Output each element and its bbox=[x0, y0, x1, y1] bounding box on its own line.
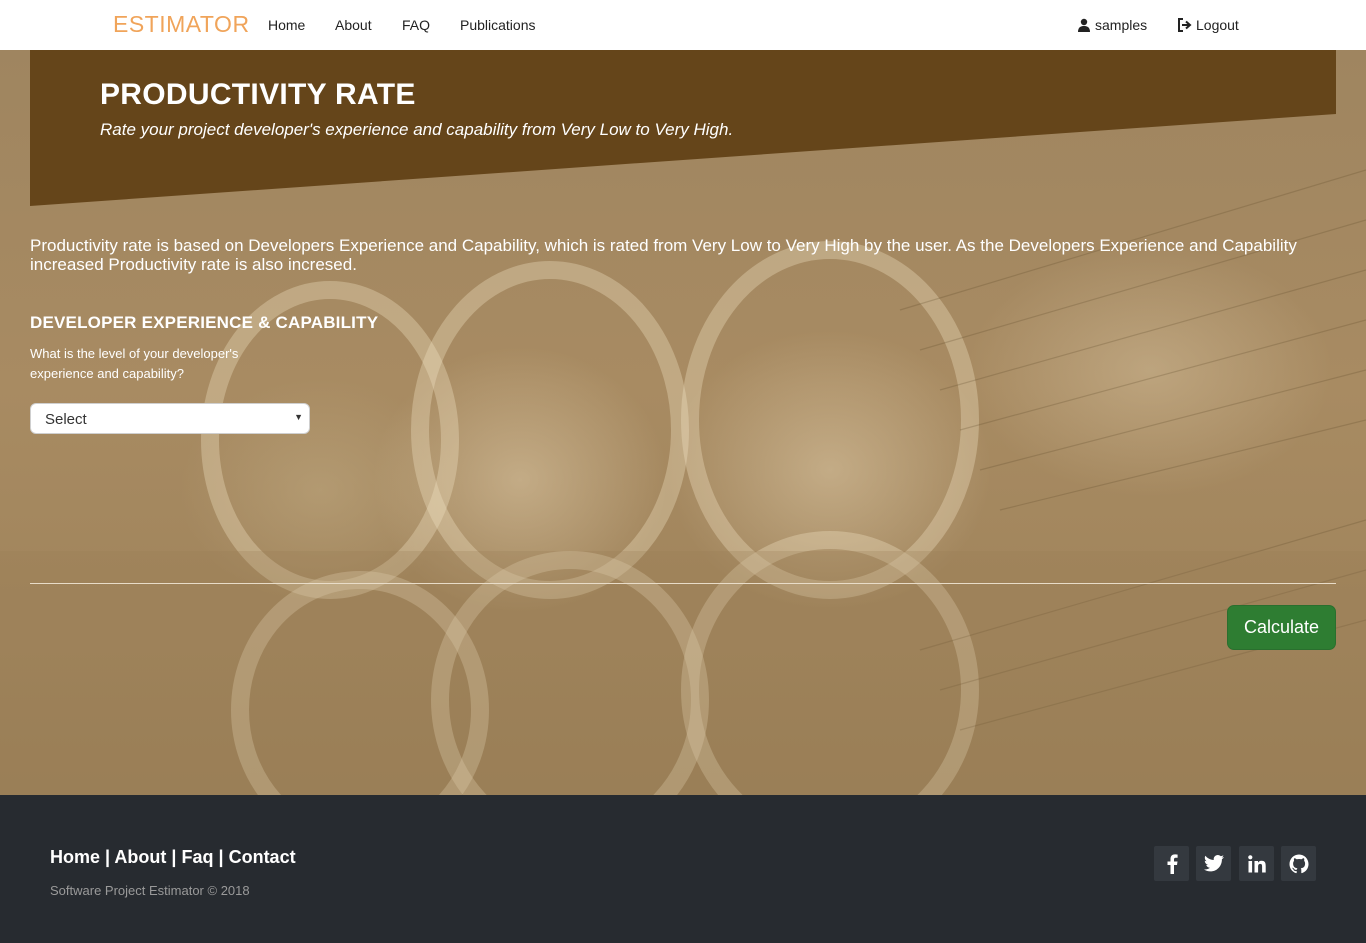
nav-faq-link[interactable]: FAQ bbox=[402, 17, 430, 33]
top-navbar: ESTIMATOR Home About FAQ Publications sa… bbox=[0, 0, 1366, 50]
footer-faq-link[interactable]: Faq bbox=[181, 847, 213, 867]
linkedin-icon[interactable] bbox=[1239, 846, 1274, 881]
question-label: What is the level of your developer's ex… bbox=[30, 346, 239, 381]
logout-label: Logout bbox=[1196, 17, 1239, 33]
logout-icon bbox=[1177, 18, 1192, 32]
nav-about-link[interactable]: About bbox=[335, 17, 372, 33]
footer: Home | About | Faq | Contact Software Pr… bbox=[0, 795, 1366, 943]
nav-publications-link[interactable]: Publications bbox=[460, 17, 536, 33]
page-title: PRODUCTIVITY RATE bbox=[100, 78, 416, 111]
github-icon[interactable] bbox=[1281, 846, 1316, 881]
page-subtitle: Rate your project developer's experience… bbox=[100, 120, 734, 139]
experience-select[interactable]: Select ▼ bbox=[30, 403, 310, 434]
facebook-icon[interactable] bbox=[1154, 846, 1189, 881]
actions-band bbox=[0, 551, 1366, 795]
footer-separator: | bbox=[218, 847, 224, 867]
footer-contact-link[interactable]: Contact bbox=[229, 847, 296, 867]
username-label: samples bbox=[1095, 17, 1148, 33]
user-menu[interactable]: samples bbox=[1077, 17, 1147, 33]
chevron-down-icon: ▼ bbox=[294, 412, 303, 422]
twitter-icon[interactable] bbox=[1196, 846, 1231, 881]
logout-link[interactable]: Logout bbox=[1177, 17, 1239, 33]
footer-separator: | bbox=[171, 847, 177, 867]
footer-separator: | bbox=[105, 847, 111, 867]
footer-about-link[interactable]: About bbox=[114, 847, 166, 867]
footer-home-link[interactable]: Home bbox=[50, 847, 100, 867]
divider bbox=[30, 583, 1336, 584]
copyright-text: Software Project Estimator © 2018 bbox=[50, 883, 250, 898]
intro-paragraph: Productivity rate is based on Developers… bbox=[30, 236, 1297, 274]
calculate-button[interactable]: Calculate bbox=[1227, 605, 1336, 650]
footer-links: Home | About | Faq | Contact bbox=[50, 847, 296, 868]
nav-home-link[interactable]: Home bbox=[268, 17, 305, 33]
section-title: DEVELOPER EXPERIENCE & CAPABILITY bbox=[30, 313, 379, 332]
brand-logo[interactable]: ESTIMATOR bbox=[113, 11, 250, 38]
user-icon bbox=[1077, 18, 1091, 32]
select-value: Select bbox=[45, 411, 87, 428]
